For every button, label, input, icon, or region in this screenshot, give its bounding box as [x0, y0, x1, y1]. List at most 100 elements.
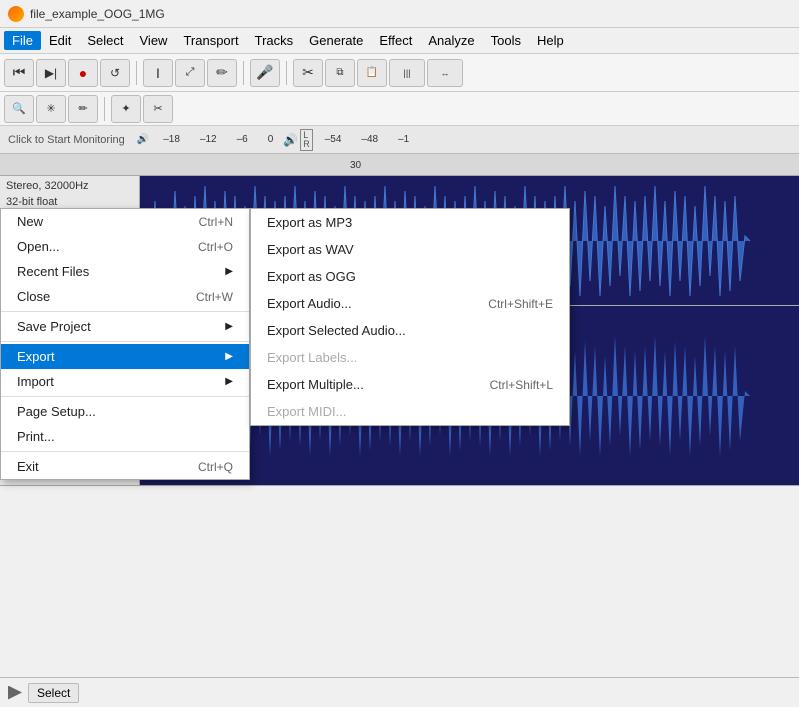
export-ogg[interactable]: Export as OGG — [251, 263, 569, 290]
draw-tool[interactable]: ✏ — [207, 59, 237, 87]
save-label: Save Project — [17, 319, 91, 334]
recent-label: Recent Files — [17, 264, 89, 279]
workspace: 30 Stereo, 32000Hz 32-bit float 1.0 0.5 … — [0, 154, 799, 486]
menu-item-close[interactable]: Close Ctrl+W — [1, 284, 249, 309]
level-neg54: –54 — [325, 134, 342, 145]
zoom-out-btn[interactable]: ✳ — [36, 95, 66, 123]
bottom-arrow-icon — [8, 686, 22, 700]
cursor-tool[interactable]: I — [143, 59, 173, 87]
export-audio-shortcut: Ctrl+Shift+E — [488, 297, 553, 311]
menu-select[interactable]: Select — [79, 31, 131, 50]
recent-arrow: ▶ — [225, 266, 233, 277]
export-labels: Export Labels... — [251, 344, 569, 371]
level-neg6: –6 — [237, 134, 248, 145]
menu-edit[interactable]: Edit — [41, 31, 79, 50]
loop-button[interactable]: ↺ — [100, 59, 130, 87]
export-audio[interactable]: Export Audio... Ctrl+Shift+E — [251, 290, 569, 317]
monitor-bar: Click to Start Monitoring 🔊 –18 –12 –6 0… — [0, 126, 799, 154]
zoom-in-tool[interactable]: ⤢ — [175, 59, 205, 87]
play-button[interactable]: ▶| — [36, 59, 66, 87]
save-arrow: ▶ — [225, 321, 233, 332]
export-selected[interactable]: Export Selected Audio... — [251, 317, 569, 344]
zoom-in-btn[interactable]: 🔍 — [4, 95, 34, 123]
level-zero: 0 — [268, 134, 274, 145]
menu-effect[interactable]: Effect — [371, 31, 420, 50]
export-submenu: Export as MP3 Export as WAV Export as OG… — [250, 208, 570, 426]
select-tool-button[interactable]: Select — [28, 683, 79, 703]
separator-3 — [1, 396, 249, 397]
menu-item-print[interactable]: Print... — [1, 424, 249, 449]
export-mp3-label: Export as MP3 — [267, 215, 352, 230]
new-label: New — [17, 214, 43, 229]
exit-label: Exit — [17, 459, 39, 474]
toolbar-row2: 🔍 ✳ ✏ ✦ ✂ — [0, 92, 799, 126]
export-label: Export — [17, 349, 55, 364]
toolbar-separator-3 — [286, 61, 287, 85]
timeline-ruler: 30 — [0, 154, 799, 176]
export-wav[interactable]: Export as WAV — [251, 236, 569, 263]
title-bar: file_example_OOG_1MG — [0, 0, 799, 28]
separator-1 — [1, 311, 249, 312]
export-midi-label: Export MIDI... — [267, 404, 346, 419]
silence-button[interactable]: ||| — [389, 59, 425, 87]
level-neg1: –1 — [398, 134, 409, 145]
menu-tools[interactable]: Tools — [483, 31, 529, 50]
menu-transport[interactable]: Transport — [175, 31, 246, 50]
close-shortcut: Ctrl+W — [196, 290, 233, 304]
pagesetup-label: Page Setup... — [17, 404, 96, 419]
level-neg12: –12 — [200, 134, 217, 145]
menu-bar: File Edit Select View Transport Tracks G… — [0, 28, 799, 54]
paste-button[interactable]: 📋 — [357, 59, 387, 87]
close-label: Close — [17, 289, 50, 304]
menu-item-new[interactable]: New Ctrl+N — [1, 209, 249, 234]
export-mp3[interactable]: Export as MP3 — [251, 209, 569, 236]
menu-tracks[interactable]: Tracks — [247, 31, 302, 50]
fit-btn[interactable]: ✂ — [143, 95, 173, 123]
separator-2 — [1, 341, 249, 342]
level-neg48: –48 — [361, 134, 378, 145]
menu-generate[interactable]: Generate — [301, 31, 371, 50]
skip-start-button[interactable]: ⏮ — [4, 59, 34, 87]
undo-button[interactable]: ↔ — [427, 59, 463, 87]
menu-analyze[interactable]: Analyze — [420, 31, 482, 50]
open-shortcut: Ctrl+O — [198, 240, 233, 254]
mic-button[interactable]: 🎤 — [250, 59, 280, 87]
bottom-bar: Select — [0, 677, 799, 707]
record-button[interactable]: ● — [68, 59, 98, 87]
menu-item-exit[interactable]: Exit Ctrl+Q — [1, 454, 249, 479]
export-midi: Export MIDI... — [251, 398, 569, 425]
monitor-label[interactable]: Click to Start Monitoring — [8, 134, 125, 146]
menu-item-recent[interactable]: Recent Files ▶ — [1, 259, 249, 284]
export-audio-label: Export Audio... — [267, 296, 352, 311]
import-arrow: ▶ — [225, 376, 233, 387]
export-multiple[interactable]: Export Multiple... Ctrl+Shift+L — [251, 371, 569, 398]
copy-button[interactable]: ⧉ — [325, 59, 355, 87]
menu-item-import[interactable]: Import ▶ — [1, 369, 249, 394]
toolbar-separator-2 — [243, 61, 244, 85]
menu-item-export[interactable]: Export ▶ — [1, 344, 249, 369]
menu-view[interactable]: View — [132, 31, 176, 50]
menu-file[interactable]: File — [4, 31, 41, 50]
volume-icon: 🔊 — [283, 133, 298, 147]
level-scale: –18 –12 –6 0 — [163, 134, 273, 145]
export-wav-label: Export as WAV — [267, 242, 354, 257]
file-menu: New Ctrl+N Open... Ctrl+O Recent Files ▶… — [0, 208, 250, 480]
window-title: file_example_OOG_1MG — [30, 7, 165, 21]
exit-shortcut: Ctrl+Q — [198, 460, 233, 474]
import-label: Import — [17, 374, 54, 389]
new-shortcut: Ctrl+N — [199, 215, 233, 229]
separator-4 — [1, 451, 249, 452]
level-icon: 🔊 — [137, 134, 149, 145]
menu-item-pagesetup[interactable]: Page Setup... — [1, 399, 249, 424]
open-label: Open... — [17, 239, 60, 254]
menu-item-open[interactable]: Open... Ctrl+O — [1, 234, 249, 259]
menu-help[interactable]: Help — [529, 31, 572, 50]
zoom-normal-btn[interactable]: ✏ — [68, 95, 98, 123]
menu-item-save[interactable]: Save Project ▶ — [1, 314, 249, 339]
ruler-mark-30: 30 — [350, 160, 361, 171]
zoom-sel-btn[interactable]: ✦ — [111, 95, 141, 123]
export-multiple-shortcut: Ctrl+Shift+L — [490, 378, 553, 392]
cut-button[interactable]: ✂ — [293, 59, 323, 87]
toolbar-separator-1 — [136, 61, 137, 85]
print-label: Print... — [17, 429, 55, 444]
